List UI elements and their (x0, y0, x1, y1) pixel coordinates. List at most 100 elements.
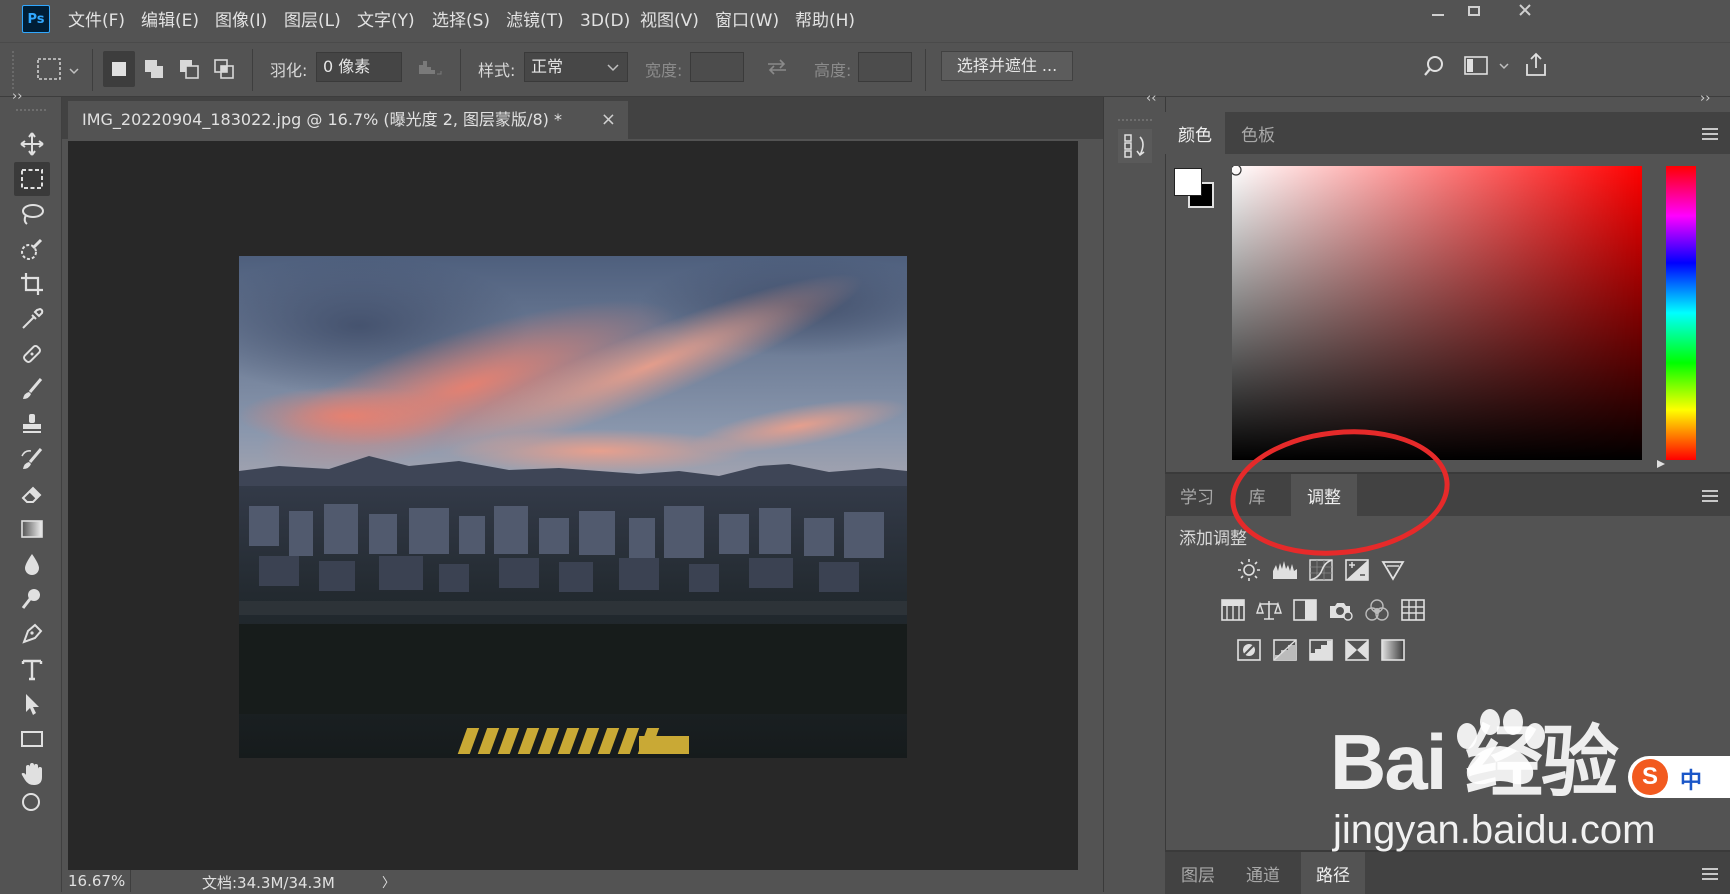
menu-layer[interactable]: 图层(L) (284, 0, 341, 42)
menu-window[interactable]: 窗口(W) (715, 0, 779, 42)
move-tool[interactable] (14, 127, 50, 161)
pen-tool[interactable] (14, 617, 50, 651)
subtract-selection-icon[interactable] (174, 51, 206, 87)
type-icon (21, 659, 43, 681)
width-input[interactable] (690, 52, 744, 82)
threshold-icon[interactable] (1308, 638, 1334, 662)
exposure-icon[interactable] (1344, 558, 1370, 582)
zoom-tool[interactable] (14, 793, 50, 813)
add-selection-icon[interactable] (139, 51, 171, 87)
dodge-tool[interactable] (14, 582, 50, 616)
style-select[interactable]: 正常 (524, 52, 628, 82)
zoom-level[interactable]: 16.67% (68, 872, 125, 890)
collapse-panels-icon[interactable]: ›› (1700, 91, 1710, 106)
history-brush-tool[interactable] (14, 442, 50, 476)
menu-view[interactable]: 视图(V) (640, 0, 699, 42)
black-white-icon[interactable] (1292, 598, 1318, 622)
panel-menu-icon[interactable] (1702, 125, 1718, 143)
rectangle-tool[interactable] (14, 722, 50, 756)
menu-image[interactable]: 图像(I) (215, 0, 267, 42)
document-tab[interactable]: IMG_20220904_183022.jpg @ 16.7% (曝光度 2, … (68, 101, 628, 139)
curves-icon[interactable] (1308, 558, 1334, 582)
style-value: 正常 (531, 57, 564, 76)
tab-channels[interactable]: 通道 (1231, 852, 1295, 894)
tab-paths[interactable]: 路径 (1301, 852, 1365, 894)
collapse-strip-icon[interactable]: ‹‹ (1146, 91, 1156, 106)
tab-swatches[interactable]: 色板 (1225, 112, 1291, 154)
document-image[interactable] (239, 256, 907, 758)
share-icon[interactable] (1522, 51, 1550, 79)
hue-slider-handle-icon[interactable] (1656, 454, 1666, 468)
marquee-preset-icon[interactable] (34, 55, 84, 85)
menu-3d[interactable]: 3D(D) (580, 0, 630, 42)
tab-layers[interactable]: 图层 (1165, 852, 1231, 894)
selective-color-icon[interactable] (1344, 638, 1370, 662)
gradient-tool[interactable] (14, 512, 50, 546)
anti-alias-icon[interactable] (416, 57, 444, 77)
menu-bar: Ps 文件(F) 编辑(E) 图像(I) 图层(L) 文字(Y) 选择(S) 滤… (0, 0, 1730, 42)
eraser-tool[interactable] (14, 477, 50, 511)
levels-icon[interactable] (1272, 558, 1298, 582)
feather-label: 羽化: (270, 61, 308, 80)
grip (12, 51, 15, 89)
restore-icon[interactable] (1452, 0, 1496, 26)
invert-icon[interactable] (1236, 638, 1262, 662)
ime-toolbar[interactable]: S 中 (1628, 756, 1730, 798)
healing-brush-tool[interactable] (14, 337, 50, 371)
channel-mixer-icon[interactable] (1364, 598, 1390, 622)
panel-menu-icon[interactable] (1702, 487, 1718, 505)
brightness-contrast-icon[interactable] (1236, 558, 1262, 582)
menu-select[interactable]: 选择(S) (432, 0, 490, 42)
crop-tool[interactable] (14, 267, 50, 301)
close-tab-icon[interactable]: × (601, 101, 616, 139)
menu-type[interactable]: 文字(Y) (357, 0, 415, 42)
zoom-icon (22, 793, 40, 811)
swap-icon[interactable] (764, 57, 790, 77)
toolbar-collapse-icon[interactable]: ›› (12, 89, 22, 104)
color-lookup-icon[interactable] (1400, 598, 1426, 622)
intersect-selection-icon[interactable] (209, 51, 241, 87)
lasso-tool[interactable] (14, 197, 50, 231)
posterize-icon[interactable] (1272, 638, 1298, 662)
new-selection-icon[interactable] (103, 51, 135, 87)
select-and-mask-button[interactable]: 选择并遮住 ... (941, 51, 1073, 81)
status-menu-icon[interactable]: 〉 (382, 872, 395, 891)
color-field[interactable] (1230, 164, 1642, 460)
fg-bg-colors[interactable] (1172, 164, 1218, 212)
path-select-icon (26, 694, 39, 715)
foreground-color-swatch[interactable] (1174, 168, 1202, 196)
menu-file[interactable]: 文件(F) (68, 0, 125, 42)
tab-color[interactable]: 颜色 (1165, 112, 1225, 154)
height-input[interactable] (858, 52, 912, 82)
hand-tool[interactable] (14, 757, 50, 791)
brush-tool[interactable] (14, 372, 50, 406)
search-icon[interactable] (1422, 53, 1448, 79)
menu-edit[interactable]: 编辑(E) (141, 0, 199, 42)
ime-mode-label[interactable]: 中 (1680, 763, 1702, 795)
hue-slider[interactable] (1666, 166, 1696, 460)
menu-filter[interactable]: 滤镜(T) (506, 0, 564, 42)
feather-input[interactable]: 0 像素 (316, 52, 402, 82)
hue-saturation-icon[interactable] (1220, 598, 1246, 622)
vibrance-icon[interactable] (1380, 558, 1406, 582)
document-title: IMG_20220904_183022.jpg @ 16.7% (曝光度 2, … (82, 110, 562, 129)
eyedropper-tool[interactable] (14, 302, 50, 336)
watermark-url: jingyan.baidu.com (1333, 808, 1656, 852)
blur-tool[interactable] (14, 547, 50, 581)
photo-filter-icon[interactable] (1328, 598, 1354, 622)
type-tool[interactable] (14, 652, 50, 686)
color-balance-icon[interactable] (1256, 598, 1282, 622)
add-adjustment-label: 添加调整 (1179, 529, 1247, 549)
gradient-map-icon[interactable] (1380, 638, 1406, 662)
menu-help[interactable]: 帮助(H) (795, 0, 855, 42)
panel-menu-icon[interactable] (1702, 865, 1718, 883)
close-window-icon[interactable] (1503, 0, 1547, 26)
path-select-tool[interactable] (14, 687, 50, 721)
marquee-tool[interactable] (14, 162, 50, 196)
tab-learn[interactable]: 学习 (1165, 474, 1229, 516)
quick-select-tool[interactable] (14, 232, 50, 266)
workspace-icon[interactable] (1462, 53, 1512, 79)
vertical-scrollbar[interactable] (1078, 141, 1103, 870)
history-panel-icon[interactable] (1118, 129, 1152, 163)
clone-stamp-tool[interactable] (14, 407, 50, 441)
